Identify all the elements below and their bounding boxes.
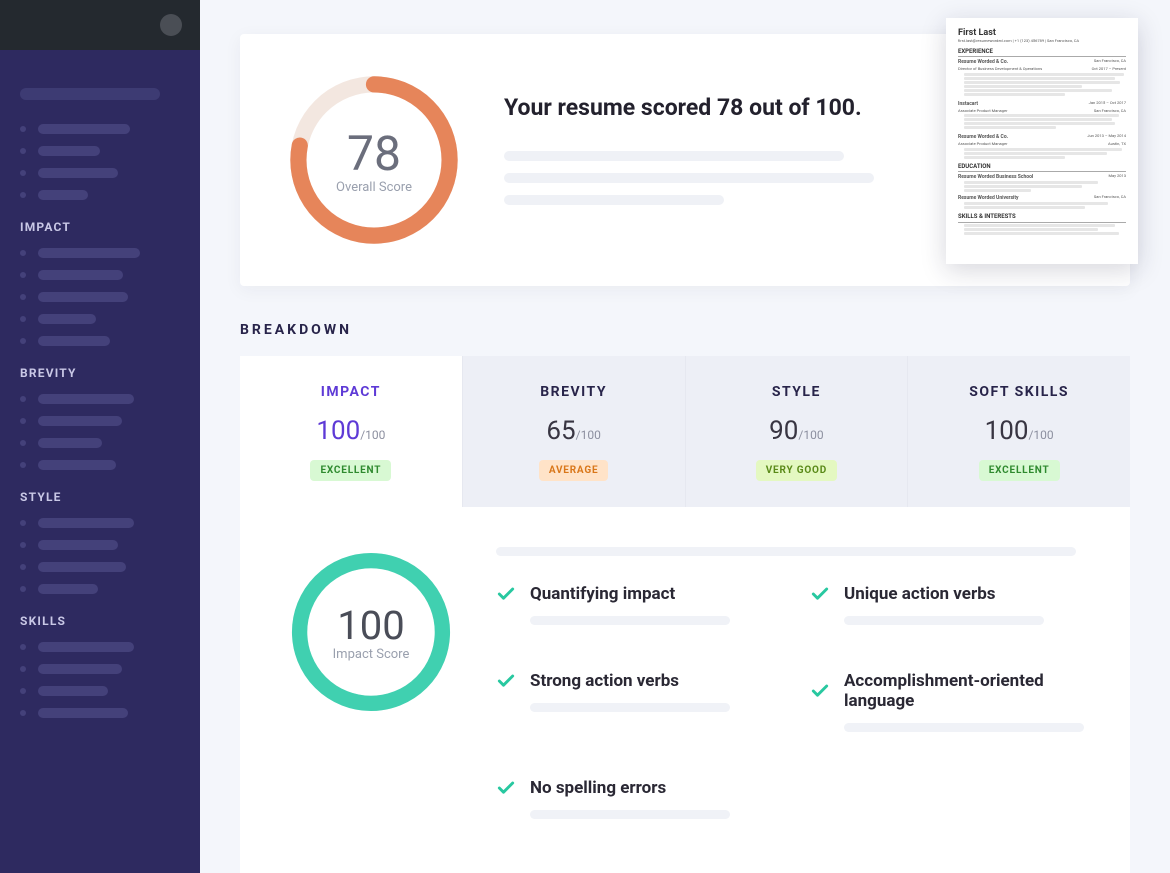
- tab-score: 100: [316, 416, 360, 446]
- check-no-spelling-errors[interactable]: No spelling errors: [496, 778, 750, 819]
- tab-badge: EXCELLENT: [979, 460, 1060, 481]
- sidebar-item-placeholder[interactable]: [20, 460, 180, 470]
- check-sub-placeholder: [844, 616, 1044, 625]
- check-label: Accomplishment-oriented language: [844, 671, 1084, 711]
- sidebar-item-placeholder[interactable]: [20, 518, 180, 528]
- hero-text-placeholder: [504, 151, 844, 161]
- tab-style[interactable]: STYLE 90/100 VERY GOOD: [686, 356, 909, 507]
- sidebar-item-placeholder[interactable]: [20, 540, 180, 550]
- sidebar-item-placeholder[interactable]: [20, 686, 180, 696]
- sidebar-item-placeholder[interactable]: [20, 708, 180, 718]
- sidebar-item-placeholder[interactable]: [20, 584, 180, 594]
- tab-label: BREVITY: [473, 384, 675, 400]
- tab-score: 65: [546, 416, 575, 446]
- sidebar-item-placeholder[interactable]: [20, 642, 180, 652]
- sidebar-item-placeholder[interactable]: [20, 190, 180, 200]
- tab-score: 100: [985, 416, 1029, 446]
- sidebar-item-placeholder[interactable]: [20, 292, 180, 302]
- sidebar-title-placeholder: [20, 88, 160, 100]
- detail-panel: 100 Impact Score Quantifying impact Uniq: [240, 507, 1130, 873]
- tab-score-max: /100: [798, 428, 823, 442]
- tab-brevity[interactable]: BREVITY 65/100 AVERAGE: [463, 356, 686, 507]
- hero-text-placeholder: [504, 173, 874, 183]
- sidebar-heading-style[interactable]: STYLE: [20, 490, 180, 504]
- resume-preview-section: EDUCATION: [958, 163, 1126, 172]
- tab-label: SOFT SKILLS: [918, 384, 1120, 400]
- overall-score-value: 78: [347, 125, 401, 182]
- tab-label: STYLE: [696, 384, 898, 400]
- sidebar-item-placeholder[interactable]: [20, 146, 180, 156]
- sidebar-item-placeholder[interactable]: [20, 562, 180, 572]
- sidebar-item-placeholder[interactable]: [20, 416, 180, 426]
- hero-text-placeholder: [504, 195, 724, 205]
- check-icon: [496, 671, 516, 691]
- overall-score-gauge: 78 Overall Score: [284, 70, 464, 250]
- tab-label: IMPACT: [250, 384, 452, 400]
- check-sub-placeholder: [844, 723, 1084, 732]
- avatar[interactable]: [160, 14, 182, 36]
- sidebar: IMPACT BREVITY STYLE SKILLS: [0, 0, 200, 873]
- sidebar-item-placeholder[interactable]: [20, 664, 180, 674]
- sidebar-item-placeholder[interactable]: [20, 124, 180, 134]
- breakdown-tabs: IMPACT 100/100 EXCELLENT BREVITY 65/100 …: [240, 356, 1130, 507]
- resume-preview[interactable]: First Last first.last@resumeworded.com |…: [946, 18, 1138, 264]
- sidebar-item-placeholder[interactable]: [20, 248, 180, 258]
- checks-grid: Quantifying impact Unique action verbs S…: [496, 584, 1084, 819]
- sidebar-item-placeholder[interactable]: [20, 394, 180, 404]
- check-icon: [810, 584, 830, 604]
- tab-soft-skills[interactable]: SOFT SKILLS 100/100 EXCELLENT: [908, 356, 1130, 507]
- impact-score-value: 100: [337, 602, 404, 649]
- tab-badge: AVERAGE: [539, 460, 609, 481]
- check-unique-verbs[interactable]: Unique action verbs: [810, 584, 1084, 625]
- check-icon: [496, 584, 516, 604]
- check-label: Strong action verbs: [530, 671, 679, 691]
- check-strong-verbs[interactable]: Strong action verbs: [496, 671, 750, 732]
- tab-badge: VERY GOOD: [756, 460, 837, 481]
- sidebar-item-placeholder[interactable]: [20, 168, 180, 178]
- sidebar-topbar: [0, 0, 200, 50]
- tab-score-max: /100: [360, 428, 385, 442]
- tab-score: 90: [769, 416, 798, 446]
- check-icon: [496, 778, 516, 798]
- resume-preview-section: SKILLS & INTERESTS: [958, 213, 1126, 222]
- tab-score-max: /100: [576, 428, 601, 442]
- impact-score-label: Impact Score: [333, 647, 410, 662]
- sidebar-heading-skills[interactable]: SKILLS: [20, 614, 180, 628]
- check-sub-placeholder: [530, 616, 730, 625]
- sidebar-heading-impact[interactable]: IMPACT: [20, 220, 180, 234]
- resume-preview-section: EXPERIENCE: [958, 48, 1126, 57]
- sidebar-item-placeholder[interactable]: [20, 336, 180, 346]
- tab-badge: EXCELLENT: [310, 460, 391, 481]
- impact-score-gauge: 100 Impact Score: [286, 547, 456, 717]
- detail-text-placeholder: [496, 547, 1076, 556]
- tab-impact[interactable]: IMPACT 100/100 EXCELLENT: [240, 356, 463, 507]
- check-label: Unique action verbs: [844, 584, 996, 604]
- resume-preview-contact: first.last@resumeworded.com | +1 (123) 4…: [958, 39, 1126, 44]
- main-content: 78 Overall Score Your resume scored 78 o…: [200, 0, 1170, 873]
- check-label: Quantifying impact: [530, 584, 675, 604]
- check-quantifying-impact[interactable]: Quantifying impact: [496, 584, 750, 625]
- breakdown-title: BREAKDOWN: [240, 322, 1130, 338]
- check-icon: [810, 681, 830, 701]
- overall-score-headline: Your resume scored 78 out of 100.: [504, 94, 874, 121]
- check-sub-placeholder: [530, 703, 730, 712]
- overall-score-label: Overall Score: [336, 180, 412, 195]
- check-sub-placeholder: [530, 810, 730, 819]
- sidebar-item-placeholder[interactable]: [20, 438, 180, 448]
- sidebar-heading-brevity[interactable]: BREVITY: [20, 366, 180, 380]
- tab-score-max: /100: [1028, 428, 1053, 442]
- sidebar-item-placeholder[interactable]: [20, 270, 180, 280]
- check-label: No spelling errors: [530, 778, 666, 798]
- check-accomplishment-language[interactable]: Accomplishment-oriented language: [810, 671, 1084, 732]
- sidebar-item-placeholder[interactable]: [20, 314, 180, 324]
